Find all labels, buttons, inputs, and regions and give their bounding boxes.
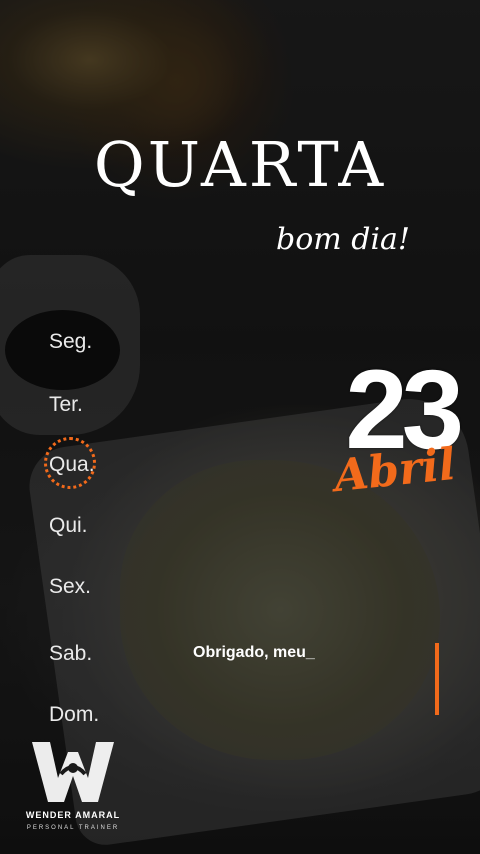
accent-bar xyxy=(435,643,439,715)
day-mon: Seg. xyxy=(49,330,93,353)
day-thu: Qui. xyxy=(49,514,88,537)
brand-tagline: PERSONAL TRAINER xyxy=(26,825,120,831)
w-logo-icon xyxy=(32,742,114,802)
message-text: Obrigado, meu_ xyxy=(193,644,315,661)
selected-day-circle xyxy=(44,437,96,489)
day-sat: Sab. xyxy=(49,642,93,665)
day-fri: Sex. xyxy=(49,575,92,598)
day-tue: Ter. xyxy=(49,393,83,416)
brand-name: WENDER AMARAL xyxy=(25,810,121,820)
story-canvas: QUARTA bom dia! Seg. Ter. Qua. Qui. Sex.… xyxy=(0,0,480,854)
day-sun: Dom. xyxy=(49,703,100,726)
brand-logo: WENDER AMARAL PERSONAL TRAINER xyxy=(18,738,128,838)
greeting: bom dia! xyxy=(276,222,410,257)
weekday-title: QUARTA xyxy=(93,128,387,201)
